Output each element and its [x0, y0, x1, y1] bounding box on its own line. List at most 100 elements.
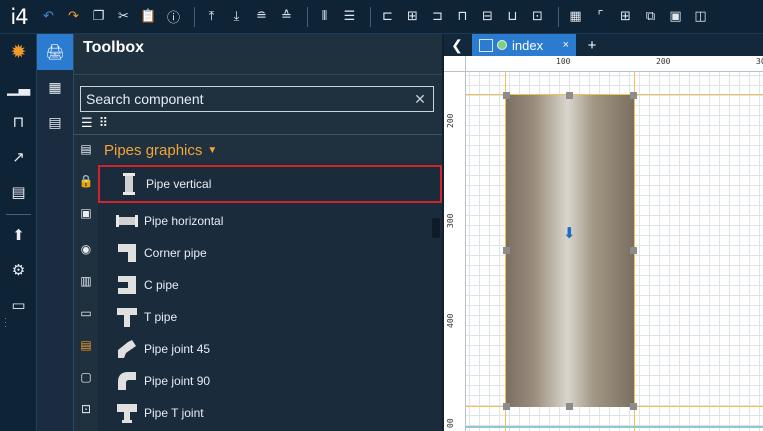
component-pipe-horizontal[interactable]: Pipe horizontal — [98, 205, 442, 237]
resize-grip[interactable]: · · · — [4, 314, 8, 331]
flow-arrow-down-icon: ⬇ — [563, 224, 576, 242]
image-settings-icon[interactable]: ⚙ — [0, 255, 37, 285]
pipe-vertical-component[interactable] — [506, 95, 634, 407]
design-canvas[interactable]: ⬇ — [466, 72, 763, 431]
category-icon-column: ▤ 🔒 ▣ ◉ ▥ ▭ ▤ ▢ ⊡ — [74, 135, 98, 431]
t-pipe-icon — [115, 306, 139, 328]
page-icon — [479, 38, 493, 52]
add-tab-button[interactable]: + — [582, 34, 602, 56]
ruler-label: 300 — [446, 213, 455, 228]
snap-objects-icon[interactable]: ⧉ — [640, 6, 661, 28]
document-settings-icon[interactable]: ▣ — [74, 203, 98, 223]
pipe-vertical-icon — [117, 173, 141, 195]
resize-handle[interactable] — [630, 403, 637, 410]
align-bottom-edge-icon[interactable]: ⊔ — [502, 6, 523, 28]
library-icon[interactable]: ▥ — [74, 271, 98, 291]
left-rail: ✹ ▁▃ ⊓ ↗ ▤ ⬆ ⚙ ▭ · · · — [0, 34, 37, 431]
resize-handle[interactable] — [503, 403, 510, 410]
textbox-icon[interactable]: ▭ — [74, 303, 98, 323]
list-scrollbar[interactable] — [432, 218, 440, 238]
component-label: Pipe horizontal — [144, 214, 224, 228]
table-category-icon[interactable]: ▤ — [74, 335, 98, 355]
sun-icon[interactable]: ✹ — [0, 37, 37, 67]
search-input[interactable] — [81, 87, 407, 111]
server-icon[interactable]: ▤ — [0, 177, 37, 207]
distribute-vertical-icon[interactable]: ☰ — [339, 6, 360, 28]
package-upload-icon[interactable]: ⬆ — [0, 220, 37, 250]
zoom-icon[interactable]: ◫ — [690, 6, 711, 28]
resize-handle[interactable] — [503, 92, 510, 99]
corner-pipe-icon — [115, 242, 139, 264]
cut-icon[interactable]: ✂ — [113, 6, 134, 28]
rail-divider — [6, 214, 31, 215]
resize-handle[interactable] — [630, 247, 637, 254]
fit-icon[interactable]: ▣ — [665, 6, 686, 28]
clear-search-icon[interactable]: ✕ — [407, 91, 433, 108]
list-category-icon[interactable]: ▤ — [74, 139, 98, 159]
resize-handle[interactable] — [503, 247, 510, 254]
snap-grid-icon[interactable]: ⊞ — [615, 6, 636, 28]
align-top-line-icon[interactable]: ≘ — [251, 6, 272, 28]
grid-icon[interactable]: ▦ — [565, 6, 586, 28]
distribute-horizontal-icon[interactable]: ⦀ — [314, 6, 335, 28]
pipe-t-joint-icon — [115, 402, 139, 424]
ruler-vertical: 200 300 400 00 — [444, 72, 466, 431]
component-label: Pipe joint 45 — [144, 342, 211, 356]
resize-handle[interactable] — [630, 92, 637, 99]
list-view-icon[interactable]: ☰ — [81, 116, 93, 132]
properties-list-icon[interactable]: ▤ — [37, 109, 73, 137]
align-center-horizontal-icon[interactable]: ⊞ — [402, 6, 423, 28]
close-tab-icon[interactable]: × — [563, 39, 569, 51]
toolbar-divider — [558, 6, 559, 27]
align-bottom-line-icon[interactable]: ≙ — [276, 6, 297, 28]
ruler-label: 30 — [756, 57, 763, 66]
align-bottom-icon[interactable]: ⤓ — [226, 6, 247, 28]
window-icon[interactable]: ▢ — [74, 367, 98, 387]
panel-title: Toolbox — [83, 39, 145, 56]
resize-handle[interactable] — [566, 92, 573, 99]
input-icon[interactable]: ⊡ — [74, 399, 98, 419]
paste-icon[interactable]: 📋 — [138, 6, 159, 28]
monitor-icon[interactable]: ⊓ — [0, 107, 37, 137]
tab-index[interactable]: index × — [472, 34, 576, 56]
component-c-pipe[interactable]: C pipe — [98, 269, 442, 301]
component-pipe-joint-90[interactable]: Pipe joint 90 — [98, 365, 442, 397]
corner-icon[interactable]: ⌜ — [590, 6, 611, 28]
category-dropdown[interactable]: Pipes graphics ▼ — [104, 142, 217, 159]
component-label: T pipe — [144, 310, 178, 324]
align-right-icon[interactable]: ⊐ — [427, 6, 448, 28]
grid-view-icon[interactable]: ⠿ — [99, 116, 109, 132]
component-corner-pipe[interactable]: Corner pipe — [98, 237, 442, 269]
align-left-icon[interactable]: ⊏ — [377, 6, 398, 28]
toolbox-tab-icon[interactable]: 🖨 — [37, 34, 73, 70]
component-layout-icon[interactable]: ▦ — [37, 74, 73, 102]
component-t-pipe[interactable]: T pipe — [98, 301, 442, 333]
tab-bar: ❮ index × + — [444, 34, 763, 56]
chevron-left-icon[interactable]: ❮ — [446, 34, 468, 56]
editor-area: ❮ index × + 100 200 30 200 300 400 00 — [442, 34, 763, 431]
trend-icon[interactable]: ↗ — [0, 142, 37, 172]
align-top-edge-icon[interactable]: ⊓ — [452, 6, 473, 28]
component-pipe-joint-45[interactable]: Pipe joint 45 — [98, 333, 442, 365]
redo-icon[interactable]: ↷ — [63, 6, 84, 28]
page-boundary-line — [466, 426, 763, 428]
align-top-icon[interactable]: ⤒ — [201, 6, 222, 28]
component-list: Pipe vertical Pipe horizontal Corner pip… — [98, 164, 443, 431]
center-icon[interactable]: ⊡ — [527, 6, 548, 28]
align-center-vertical-icon[interactable]: ⊟ — [477, 6, 498, 28]
ruler-corner — [444, 56, 466, 72]
pipe-joint-45-icon — [115, 338, 139, 360]
toolbar-divider — [307, 6, 308, 27]
lock-category-icon[interactable]: 🔒 — [74, 171, 98, 191]
info-icon[interactable]: ⓘ — [163, 6, 184, 28]
ruler-label: 200 — [446, 113, 455, 128]
eye-icon[interactable]: ◉ — [74, 239, 98, 259]
undo-icon[interactable]: ↶ — [38, 6, 59, 28]
component-pipe-t-joint[interactable]: Pipe T joint — [98, 397, 442, 429]
copy-icon[interactable]: ❐ — [88, 6, 109, 28]
component-pipe-vertical[interactable]: Pipe vertical — [98, 165, 442, 203]
resize-handle[interactable] — [566, 403, 573, 410]
panel-divider — [74, 74, 443, 75]
main-toolbar: i4 ↶ ↷ ❐ ✂ 📋 ⓘ ⤒ ⤓ ≘ ≙ ⦀ ☰ ⊏ ⊞ ⊐ ⊓ ⊟ ⊔ ⊡… — [0, 0, 763, 34]
chart-icon[interactable]: ▁▃ — [0, 72, 37, 102]
